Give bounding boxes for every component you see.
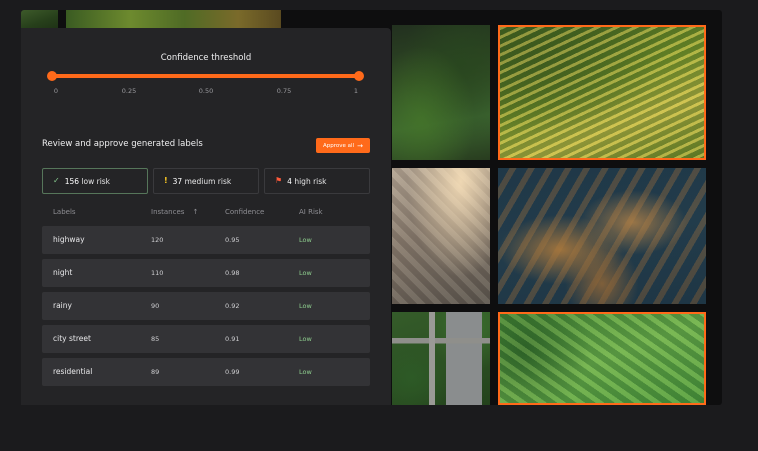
row-confidence: 0.99 (225, 368, 240, 376)
medium-risk-label: medium risk (184, 176, 232, 186)
medium-risk-count: 37 (172, 176, 183, 186)
threshold-tick: 0 (53, 87, 59, 95)
thumbnail-green-selected[interactable] (498, 312, 706, 405)
filter-medium-risk[interactable]: ! 37 medium risk (153, 168, 259, 194)
row-instances: 120 (151, 236, 164, 244)
threshold-tick: 0.50 (198, 87, 214, 95)
low-risk-count: 156 (64, 176, 80, 186)
row-confidence: 0.98 (225, 269, 240, 277)
thumbnail-strip-1[interactable] (21, 10, 58, 28)
row-label: highway (53, 235, 85, 244)
row-instances: 89 (151, 368, 160, 376)
row-risk: Low (299, 302, 312, 310)
row-label: night (53, 268, 73, 277)
thumbnail-strip-2[interactable] (66, 10, 281, 28)
threshold-tick: 0.25 (121, 87, 137, 95)
filter-high-risk[interactable]: ⚑ 4 high risk (264, 168, 370, 194)
thumbnail-city[interactable] (392, 168, 490, 304)
sort-up-icon: ↑ (192, 208, 199, 216)
threshold-title: Confidence threshold (160, 53, 252, 63)
threshold-slider-track[interactable] (52, 74, 359, 78)
row-risk: Low (299, 269, 312, 277)
table-row[interactable]: highway 120 0.95 Low (42, 226, 370, 254)
arrow-right-icon: → (357, 141, 363, 150)
row-instances: 90 (151, 302, 160, 310)
check-icon: ✓ (53, 176, 60, 185)
low-risk-label: low risk (81, 176, 111, 186)
table-row[interactable]: city street 85 0.91 Low (42, 325, 370, 353)
thumbnail-terrace-selected[interactable] (498, 25, 706, 160)
column-header-instances[interactable]: Instances ↑ (151, 208, 199, 216)
flag-icon: ⚑ (275, 176, 283, 185)
filter-low-risk[interactable]: ✓ 156 low risk (42, 168, 148, 194)
column-header-labels[interactable]: Labels (53, 208, 76, 216)
column-header-confidence[interactable]: Confidence (225, 208, 264, 216)
column-header-ai-risk[interactable]: AI Risk (299, 208, 323, 216)
table-row[interactable]: night 110 0.98 Low (42, 259, 370, 287)
row-confidence: 0.91 (225, 335, 240, 343)
row-label: city street (53, 334, 91, 343)
row-instances: 85 (151, 335, 160, 343)
exclamation-icon: ! (164, 176, 168, 185)
table-row[interactable]: residential 89 0.99 Low (42, 358, 370, 386)
threshold-tick: 0.75 (276, 87, 292, 95)
approve-all-label: Approve all (323, 142, 355, 149)
thumbnail-road[interactable] (392, 312, 490, 405)
thumbnail-river[interactable] (498, 168, 706, 304)
row-risk: Low (299, 236, 312, 244)
row-confidence: 0.92 (225, 302, 240, 310)
high-risk-label: high risk (294, 176, 327, 186)
threshold-tick: 1 (353, 87, 359, 95)
threshold-slider-max-handle[interactable] (354, 71, 364, 81)
review-title: Review and approve generated labels (42, 139, 203, 149)
row-label: residential (53, 367, 93, 376)
row-confidence: 0.95 (225, 236, 240, 244)
row-label: rainy (53, 301, 72, 310)
instances-header-label: Instances (151, 208, 185, 216)
approve-all-button[interactable]: Approve all → (316, 138, 370, 153)
threshold-slider-min-handle[interactable] (47, 71, 57, 81)
row-risk: Low (299, 368, 312, 376)
row-risk: Low (299, 335, 312, 343)
thumbnail-forest[interactable] (392, 25, 490, 160)
high-risk-count: 4 (287, 176, 292, 186)
table-row[interactable]: rainy 90 0.92 Low (42, 292, 370, 320)
label-review-panel: Confidence threshold 0 0.25 0.50 0.75 1 … (21, 28, 391, 405)
row-instances: 110 (151, 269, 164, 277)
